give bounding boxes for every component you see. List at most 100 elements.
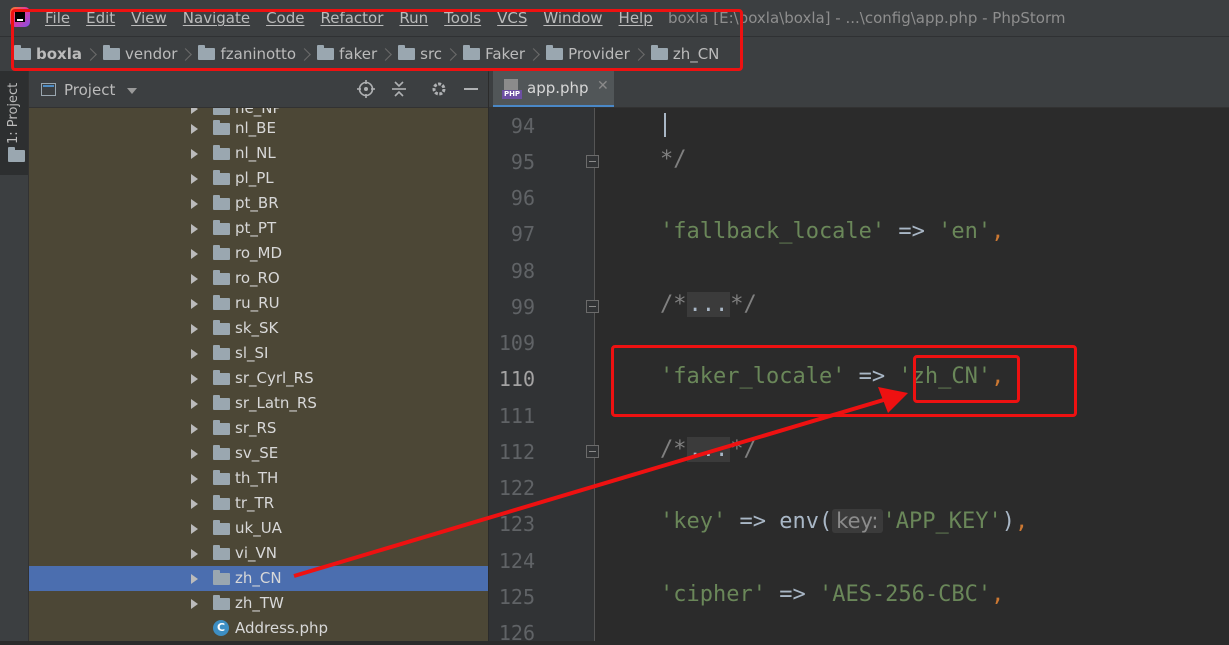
expand-arrow-icon[interactable] [191, 524, 198, 534]
folder-icon [213, 270, 230, 285]
expand-arrow-icon[interactable] [191, 474, 198, 484]
tree-item-sr-cyrl-rs[interactable]: sr_Cyrl_RS [29, 366, 488, 391]
minimize-icon[interactable] [462, 80, 480, 98]
menu-code[interactable]: Code [266, 9, 304, 27]
code-line-95[interactable]: */ [660, 147, 687, 172]
expand-arrow-icon[interactable] [191, 549, 198, 559]
comment-token: /* [660, 437, 687, 462]
collapse-all-icon[interactable] [390, 80, 408, 98]
code-line-125[interactable]: 'cipher' => 'AES-256-CBC', [660, 582, 1004, 607]
breadcrumb-item-provider[interactable]: Provider [546, 45, 630, 63]
menu-help[interactable]: Help [619, 9, 653, 27]
chevron-down-icon[interactable] [127, 88, 137, 94]
folder-icon [650, 45, 668, 60]
menu-edit[interactable]: Edit [86, 9, 115, 27]
operator-token: => env( [726, 509, 833, 534]
tree-item-sr-rs[interactable]: sr_RS [29, 416, 488, 441]
folder-icon [463, 45, 481, 60]
breadcrumb-item-faker[interactable]: faker [317, 45, 377, 63]
tree-item-address-php[interactable]: C Address.php [29, 616, 488, 641]
comment-token: */ [730, 437, 757, 462]
expand-arrow-icon[interactable] [191, 424, 198, 434]
expand-arrow-icon[interactable] [191, 324, 198, 334]
tree-item-uk-ua[interactable]: uk_UA [29, 516, 488, 541]
comment-token: */ [730, 292, 757, 317]
tree-item-pt-pt[interactable]: pt_PT [29, 216, 488, 241]
string-token: ' [977, 364, 992, 389]
menu-tools[interactable]: Tools [444, 9, 481, 27]
expand-arrow-icon[interactable] [191, 108, 198, 114]
expand-arrow-icon[interactable] [191, 499, 198, 509]
tree-item-th-th[interactable]: th_TH [29, 466, 488, 491]
tree-item-vi-vn[interactable]: vi_VN [29, 541, 488, 566]
expand-arrow-icon[interactable] [191, 274, 198, 284]
breadcrumb-item-boxla[interactable]: boxla [14, 45, 82, 63]
menu-window[interactable]: Window [543, 9, 602, 27]
code-line-97[interactable]: 'fallback_locale' => 'en', [660, 219, 1004, 244]
expand-arrow-icon[interactable] [191, 149, 198, 159]
expand-arrow-icon[interactable] [191, 124, 198, 134]
chevron-right-icon [84, 47, 97, 61]
chevron-right-icon [444, 47, 457, 61]
tree-item-pl-pl[interactable]: pl_PL [29, 166, 488, 191]
tree-item-sv-se[interactable]: sv_SE [29, 441, 488, 466]
folded-region[interactable]: ... [686, 292, 731, 317]
code-line-112[interactable]: /*...*/ [660, 437, 757, 462]
expand-arrow-icon[interactable] [191, 249, 198, 259]
menu-vcs[interactable]: VCS [497, 9, 527, 27]
expand-arrow-icon[interactable] [191, 574, 198, 584]
fold-marker-icon[interactable] [586, 300, 599, 313]
tree-item-tr-tr[interactable]: tr_TR [29, 491, 488, 516]
expand-arrow-icon[interactable] [191, 399, 198, 409]
breadcrumb-item-fzaninotto[interactable]: fzaninotto [198, 45, 296, 63]
breadcrumb-label: Provider [568, 45, 630, 63]
tree-item-label: ru_RU [235, 294, 280, 312]
breadcrumb-item-vendor[interactable]: vendor [102, 45, 178, 63]
breadcrumb-item-faker-ns[interactable]: Faker [463, 45, 525, 63]
tree-item-ru-ru[interactable]: ru_RU [29, 291, 488, 316]
menu-file[interactable]: File [45, 9, 70, 27]
expand-arrow-icon[interactable] [191, 349, 198, 359]
project-view-selector[interactable]: Project [64, 81, 115, 99]
menu-run[interactable]: Run [399, 9, 428, 27]
menu-navigate[interactable]: Navigate [183, 9, 250, 27]
expand-arrow-icon[interactable] [191, 374, 198, 384]
code-line-123[interactable]: 'key' => env(key: 'APP_KEY'), [660, 509, 1028, 534]
expand-arrow-icon[interactable] [191, 199, 198, 209]
menu-refactor[interactable]: Refactor [320, 9, 383, 27]
code-line-110[interactable]: 'faker_locale' => 'zh_CN', [660, 364, 1004, 389]
expand-arrow-icon[interactable] [191, 299, 198, 309]
code-line-99[interactable]: /*...*/ [660, 292, 757, 317]
breadcrumb-label: vendor [124, 45, 178, 63]
tree-item-zh-tw[interactable]: zh_TW [29, 591, 488, 616]
tree-item-nl-be[interactable]: nl_BE [29, 116, 488, 141]
tree-item-sk-sk[interactable]: sk_SK [29, 316, 488, 341]
breadcrumb-item-src[interactable]: src [398, 45, 442, 63]
close-icon[interactable]: ✕ [597, 78, 609, 94]
tree-item-zh-cn[interactable]: zh_CN [29, 566, 488, 591]
settings-gear-icon[interactable] [430, 80, 448, 98]
line-number: 126 [498, 621, 535, 645]
menu-view[interactable]: View [131, 9, 167, 27]
string-token: 'APP_KEY' [882, 509, 1002, 534]
expand-arrow-icon[interactable] [191, 174, 198, 184]
breadcrumb-item-zh-cn[interactable]: zh_CN [650, 45, 719, 63]
tree-item-nl-nl[interactable]: nl_NL [29, 141, 488, 166]
tab-app-php[interactable]: PHP app.php ✕ [493, 71, 614, 107]
string-token: 'AES-256-CBC' [818, 582, 992, 607]
project-window-icon [41, 83, 56, 96]
expand-arrow-icon[interactable] [191, 449, 198, 459]
expand-arrow-icon[interactable] [191, 224, 198, 234]
folded-region[interactable]: ... [686, 437, 731, 462]
chevron-right-icon [179, 47, 193, 61]
tree-item-pt-br[interactable]: pt_BR [29, 191, 488, 216]
menu-bar: File Edit View Navigate Code Refactor Ru… [0, 0, 1229, 36]
tree-item-ro-ro[interactable]: ro_RO [29, 266, 488, 291]
locate-icon[interactable] [357, 80, 375, 98]
tree-item-sr-latn-rs[interactable]: sr_Latn_RS [29, 391, 488, 416]
fold-marker-icon[interactable] [586, 445, 599, 458]
tree-item-sl-si[interactable]: sl_SI [29, 341, 488, 366]
fold-marker-icon[interactable] [586, 155, 599, 168]
tree-item-ro-md[interactable]: ro_MD [29, 241, 488, 266]
expand-arrow-icon[interactable] [191, 599, 198, 609]
